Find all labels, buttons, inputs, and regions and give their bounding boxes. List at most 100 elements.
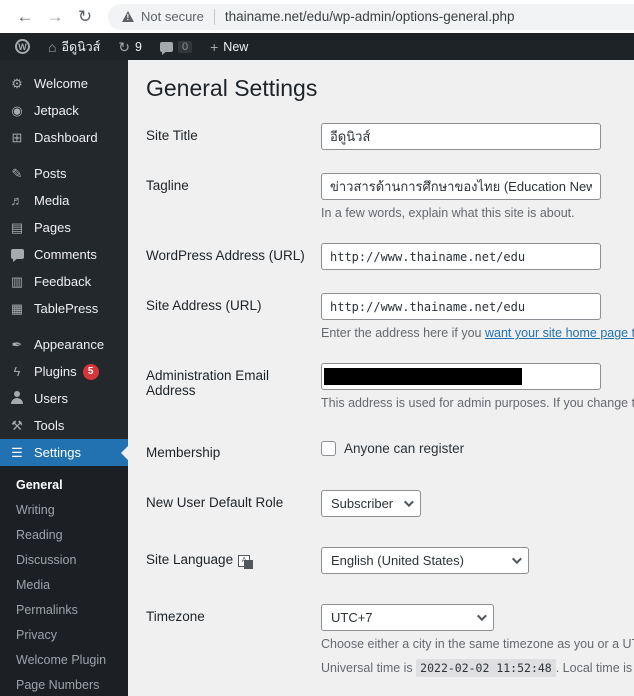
submenu-item-media[interactable]: Media: [0, 572, 128, 597]
sidebar-item-users[interactable]: Users: [0, 385, 128, 412]
form-row-site-address: Site Address (URL) Enter the address her…: [146, 293, 634, 340]
timezone-label: Timezone: [146, 609, 205, 624]
reload-icon[interactable]: ↻: [70, 2, 100, 32]
site-name-menu[interactable]: ⌂ อีดูนิวส์: [41, 33, 107, 60]
menu-separator: [0, 151, 128, 160]
sidebar-item-label: Dashboard: [34, 130, 98, 145]
new-label: New: [223, 39, 249, 54]
admin-email-input[interactable]: [321, 363, 601, 390]
plugins-update-badge: 5: [82, 363, 99, 380]
chevron-down-icon: [403, 497, 414, 508]
not-secure-warning-icon[interactable]: !: [122, 11, 134, 22]
paintbrush-icon: ✒: [11, 336, 23, 352]
wordpress-address-label: WordPress Address (URL): [146, 248, 305, 263]
anyone-can-register-label: Anyone can register: [344, 441, 465, 456]
chevron-down-icon: [476, 611, 487, 622]
comment-bubble-icon: [8, 247, 26, 262]
sidebar-item-jetpack[interactable]: ◉ Jetpack: [0, 97, 128, 124]
submenu-item-general[interactable]: General: [0, 472, 128, 497]
form-row-timezone: Timezone UTC+7 Choose either a city in t…: [146, 604, 634, 677]
dashboard-icon: ⊞: [11, 129, 23, 145]
feedback-form-icon: ▥: [10, 273, 24, 289]
sidebar-item-feedback[interactable]: ▥ Feedback: [0, 268, 128, 295]
comments-menu[interactable]: 0: [153, 33, 199, 60]
wordpress-address-input[interactable]: [321, 243, 601, 270]
update-count: 9: [135, 39, 142, 54]
sidebar-item-tools[interactable]: ⚒ Tools: [0, 412, 128, 439]
sidebar-item-tablepress[interactable]: ▦ TablePress: [0, 295, 128, 322]
browser-toolbar: ← → ↻ ! Not secure thainame.net/edu/wp-a…: [0, 0, 634, 33]
not-secure-label: Not secure: [141, 9, 204, 24]
sidebar-item-label: Welcome: [34, 76, 88, 91]
sliders-icon: ☰: [11, 444, 23, 460]
table-icon: ▦: [10, 300, 24, 316]
submenu-item-welcome-plugin[interactable]: Welcome Plugin: [0, 647, 128, 672]
jetpack-icon: ◉: [11, 102, 23, 118]
submenu-item-permalinks[interactable]: Permalinks: [0, 597, 128, 622]
submenu-item-reading[interactable]: Reading: [0, 522, 128, 547]
sidebar-item-appearance[interactable]: ✒ Appearance: [0, 331, 128, 358]
tagline-input[interactable]: [321, 173, 601, 200]
timezone-select[interactable]: UTC+7: [321, 604, 494, 631]
timezone-help-text: Choose either a city in the same timezon…: [321, 637, 634, 651]
updates-menu[interactable]: ↻ 9: [111, 33, 149, 60]
site-title-input[interactable]: [321, 123, 601, 150]
forward-icon[interactable]: →: [40, 2, 70, 32]
sidebar-item-label: Pages: [34, 220, 71, 235]
sidebar-item-posts[interactable]: ✎ Posts: [0, 160, 128, 187]
site-title-label: Site Title: [146, 128, 198, 143]
sidebar-item-label: Tools: [34, 418, 65, 433]
sidebar-item-welcome[interactable]: ⚙ Welcome: [0, 70, 128, 97]
wp-admin-bar: W ⌂ อีดูนิวส์ ↻ 9 0 + New: [0, 33, 634, 60]
sidebar-item-label: Appearance: [34, 337, 105, 352]
wordpress-logo-icon[interactable]: W: [8, 33, 37, 60]
form-row-membership: Membership Anyone can register: [146, 440, 634, 460]
sidebar-item-dashboard[interactable]: ⊞ Dashboard: [0, 124, 128, 151]
default-role-value: Subscriber: [331, 496, 394, 511]
submenu-item-page-numbers[interactable]: Page Numbers: [0, 672, 128, 696]
tagline-help-text: In a few words, explain what this site i…: [321, 206, 575, 220]
plus-icon: +: [210, 38, 219, 55]
site-address-help-text: Enter the address here if you want your …: [321, 326, 634, 340]
universal-time-text: Universal time is 2022-02-02 11:52:48. L…: [321, 659, 634, 677]
admin-sidebar: ⚙ Welcome ◉ Jetpack ⊞ Dashboard ✎ Posts …: [0, 60, 128, 696]
sidebar-item-label: Posts: [34, 166, 67, 181]
address-bar[interactable]: ! Not secure thainame.net/edu/wp-admin/o…: [108, 3, 634, 30]
comment-bubble-icon: [159, 41, 173, 55]
home-icon: ⌂: [48, 38, 57, 55]
sidebar-item-label: Media: [34, 193, 70, 208]
sidebar-item-label: Jetpack: [34, 103, 79, 118]
submenu-item-privacy[interactable]: Privacy: [0, 622, 128, 647]
sidebar-item-label: Feedback: [34, 274, 92, 289]
site-home-page-link[interactable]: want your site home page to be di: [485, 326, 634, 340]
settings-submenu: General Writing Reading Discussion Media…: [0, 466, 128, 696]
pushpin-icon: ✎: [11, 165, 23, 181]
sidebar-item-settings[interactable]: ☰ Settings: [0, 439, 128, 466]
site-name: อีดูนิวส์: [61, 39, 101, 54]
back-icon[interactable]: ←: [10, 2, 40, 32]
form-row-tagline: Tagline In a few words, explain what thi…: [146, 173, 634, 220]
site-address-label: Site Address (URL): [146, 298, 262, 313]
new-content-menu[interactable]: + New: [203, 33, 255, 60]
site-language-select[interactable]: English (United States): [321, 547, 529, 574]
site-address-input[interactable]: [321, 293, 601, 320]
form-row-site-language: Site Language English (United States): [146, 547, 634, 574]
sidebar-item-comments[interactable]: Comments: [0, 241, 128, 268]
sidebar-item-plugins[interactable]: ϟ Plugins 5: [0, 358, 128, 385]
sidebar-item-pages[interactable]: ▤ Pages: [0, 214, 128, 241]
submenu-item-writing[interactable]: Writing: [0, 497, 128, 522]
admin-email-label: Administration Email Address: [146, 368, 270, 398]
updates-icon: ↻: [118, 38, 131, 55]
default-role-select[interactable]: Subscriber: [321, 490, 421, 517]
camera-music-icon: ♬: [10, 193, 24, 208]
page-title: General Settings: [146, 75, 318, 101]
pages-icon: ▤: [10, 219, 24, 235]
url-text[interactable]: thainame.net/edu/wp-admin/options-genera…: [225, 9, 515, 24]
submenu-item-discussion[interactable]: Discussion: [0, 547, 128, 572]
tagline-label: Tagline: [146, 178, 189, 193]
comment-count: 0: [177, 40, 193, 53]
sidebar-item-media[interactable]: ♬ Media: [0, 187, 128, 214]
wrench-icon: ⚒: [11, 417, 23, 433]
anyone-can-register-checkbox[interactable]: [321, 441, 336, 456]
sidebar-item-label: Settings: [34, 445, 81, 460]
